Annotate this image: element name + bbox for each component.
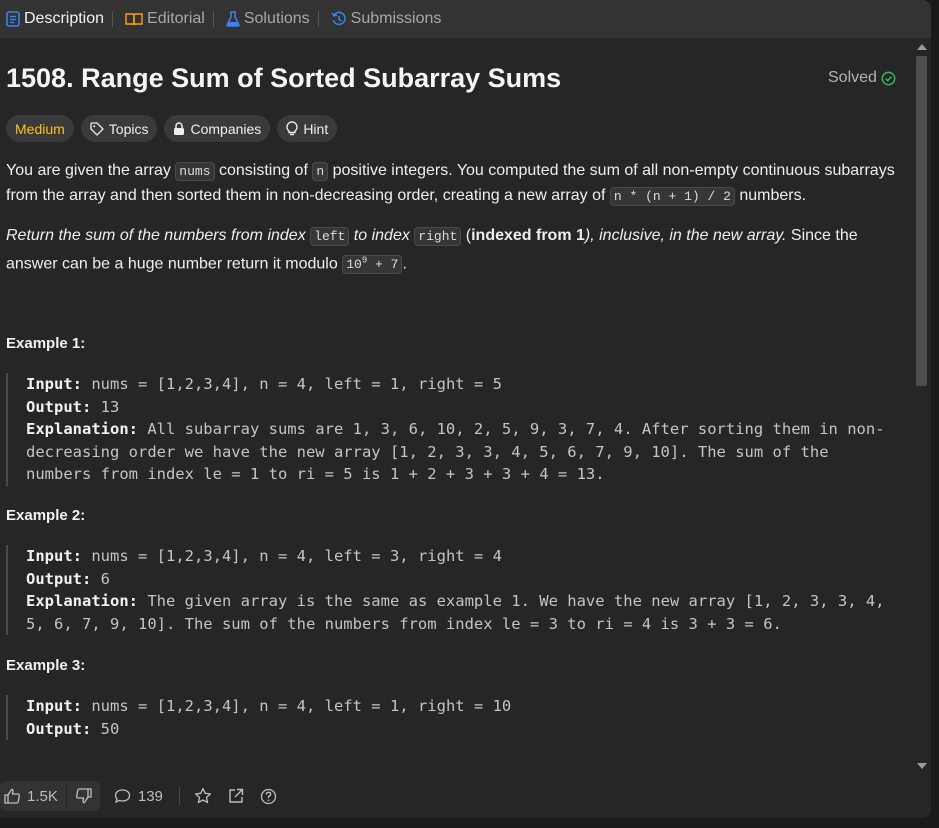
vertical-scrollbar[interactable] bbox=[914, 40, 930, 773]
favorite-button[interactable] bbox=[194, 787, 212, 805]
hint-tag[interactable]: Hint bbox=[277, 115, 338, 142]
companies-tag[interactable]: Companies bbox=[164, 115, 271, 142]
footer-toolbar: 1.5K 139 bbox=[0, 774, 931, 818]
tab-bar: Description Editorial Solutions Submissi… bbox=[0, 0, 931, 38]
text: ), inclusive, in the new array. bbox=[584, 227, 787, 244]
inline-code: n * (n + 1) / 2 bbox=[609, 187, 735, 206]
description-paragraph-1: You are given the array nums consisting … bbox=[6, 159, 896, 209]
tab-divider bbox=[112, 11, 114, 27]
input-value: nums = [1,2,3,4], n = 4, left = 1, right… bbox=[82, 697, 512, 715]
tag-label: Hint bbox=[303, 120, 329, 137]
tag-label: Companies bbox=[190, 120, 262, 137]
tag-label: Topics bbox=[108, 120, 149, 137]
inline-code: n bbox=[312, 162, 329, 181]
example-title: Example 2: bbox=[6, 507, 86, 524]
example-title: Example 3: bbox=[6, 657, 86, 674]
output-label: Output: bbox=[26, 569, 92, 588]
description-paragraph-2: Return the sum of the numbers from index… bbox=[6, 224, 896, 277]
input-label: Input: bbox=[26, 697, 82, 715]
difficulty-badge: Medium bbox=[6, 115, 74, 142]
solved-label: Solved bbox=[828, 69, 877, 86]
explanation-text: All subarray sums are 1, 3, 6, 10, 2, 5,… bbox=[26, 420, 885, 483]
input-label: Input: bbox=[26, 547, 82, 565]
output-label: Output: bbox=[26, 719, 92, 738]
input-value: nums = [1,2,3,4], n = 4, left = 3, right… bbox=[82, 547, 502, 565]
lock-icon bbox=[174, 121, 185, 135]
bold-text: indexed from 1 bbox=[471, 227, 585, 244]
thumbs-down-icon bbox=[75, 788, 92, 804]
text: Return the sum of the numbers from index bbox=[6, 227, 311, 244]
tab-submissions[interactable]: Submissions bbox=[325, 0, 442, 38]
thumbs-up-icon bbox=[4, 788, 20, 804]
output-value: 13 bbox=[91, 397, 120, 416]
comment-icon bbox=[114, 789, 131, 804]
problem-tags: Medium Topics Companies Hint bbox=[6, 115, 338, 142]
lightbulb-icon bbox=[286, 121, 298, 136]
tab-description[interactable]: Description bbox=[0, 0, 104, 38]
explanation-label: Explanation: bbox=[26, 592, 138, 610]
footer-divider bbox=[178, 787, 180, 805]
solved-status: Solved bbox=[828, 69, 896, 87]
dislike-button[interactable] bbox=[65, 781, 100, 811]
text: You are given the array bbox=[6, 162, 176, 179]
tab-solutions[interactable]: Solutions bbox=[220, 0, 310, 38]
book-icon bbox=[125, 13, 143, 26]
text: numbers. bbox=[734, 187, 807, 204]
flask-icon bbox=[226, 11, 240, 27]
output-value: 50 bbox=[91, 719, 120, 738]
star-icon bbox=[194, 787, 211, 804]
inline-code-modulo: 109 + 7 bbox=[342, 255, 403, 275]
example-block: Input: nums = [1,2,3,4], n = 4, left = 1… bbox=[6, 695, 896, 740]
example-title: Example 1: bbox=[6, 335, 86, 352]
problem-panel: Description Editorial Solutions Submissi… bbox=[0, 0, 931, 818]
scroll-up-arrow-icon[interactable] bbox=[917, 44, 927, 50]
tab-label: Solutions bbox=[243, 10, 310, 27]
text: + 7 bbox=[367, 257, 399, 273]
inline-code: nums bbox=[175, 162, 215, 181]
example-block: Input: nums = [1,2,3,4], n = 4, left = 1… bbox=[6, 373, 896, 486]
text: ( bbox=[461, 227, 472, 244]
tab-editorial[interactable]: Editorial bbox=[119, 0, 205, 38]
vote-group: 1.5K bbox=[0, 781, 100, 811]
topics-tag[interactable]: Topics bbox=[80, 115, 158, 142]
help-circle-icon bbox=[260, 788, 277, 804]
help-button[interactable] bbox=[260, 788, 277, 805]
explanation-label: Explanation: bbox=[26, 420, 138, 438]
like-count: 1.5K bbox=[27, 787, 58, 805]
explanation-text: The given array is the same as example 1… bbox=[26, 592, 894, 633]
input-value: nums = [1,2,3,4], n = 4, left = 1, right… bbox=[82, 375, 502, 393]
text: to index bbox=[349, 227, 415, 244]
tab-divider bbox=[212, 11, 214, 27]
text: consisting of bbox=[214, 162, 313, 179]
tab-label: Description bbox=[24, 10, 105, 27]
inline-code: right bbox=[414, 227, 462, 246]
text: 10 bbox=[346, 257, 362, 273]
output-label: Output: bbox=[26, 397, 92, 416]
tag-icon bbox=[90, 121, 104, 136]
scrollbar-thumb[interactable] bbox=[916, 56, 927, 386]
comment-count: 139 bbox=[137, 787, 163, 805]
share-button[interactable] bbox=[228, 788, 244, 804]
like-button[interactable]: 1.5K bbox=[0, 781, 66, 811]
text: . bbox=[402, 255, 407, 273]
history-icon bbox=[331, 11, 346, 26]
problem-title[interactable]: 1508. Range Sum of Sorted Subarray Sums bbox=[6, 63, 561, 94]
description-icon bbox=[6, 11, 20, 27]
inline-code: left bbox=[310, 227, 350, 246]
tab-label: Submissions bbox=[350, 10, 442, 27]
tab-divider bbox=[317, 11, 319, 27]
external-link-icon bbox=[229, 788, 244, 803]
tab-label: Editorial bbox=[147, 10, 205, 27]
example-block: Input: nums = [1,2,3,4], n = 4, left = 3… bbox=[6, 545, 896, 635]
comments-button[interactable]: 139 bbox=[114, 788, 163, 805]
input-label: Input: bbox=[26, 375, 82, 393]
scroll-down-arrow-icon[interactable] bbox=[917, 763, 927, 769]
check-circle-icon bbox=[881, 71, 896, 85]
output-value: 6 bbox=[91, 569, 110, 588]
